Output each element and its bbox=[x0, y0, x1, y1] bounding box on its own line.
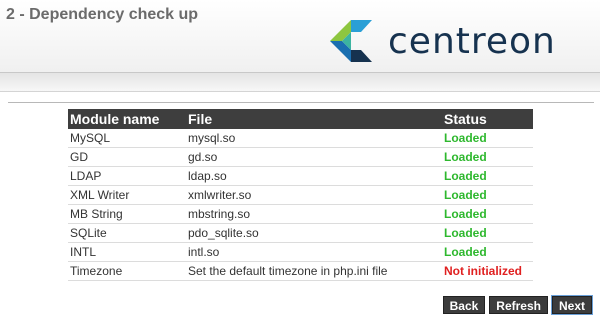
module-name-cell: GD bbox=[68, 147, 186, 167]
centreon-logo: centreon bbox=[330, 20, 556, 62]
file-cell: mysql.so bbox=[186, 129, 442, 148]
table-row: GD gd.so Loaded bbox=[68, 147, 533, 167]
divider bbox=[8, 102, 594, 103]
module-name-cell: SQLite bbox=[68, 223, 186, 243]
status-cell: Loaded bbox=[442, 204, 533, 224]
status-cell: Loaded bbox=[442, 223, 533, 243]
module-name-cell: Timezone bbox=[68, 261, 186, 281]
next-button[interactable]: Next bbox=[550, 295, 594, 315]
table-row: MB String mbstring.so Loaded bbox=[68, 204, 533, 224]
centreon-logo-icon bbox=[330, 20, 372, 62]
page-header: 2 - Dependency check up centreon bbox=[0, 0, 600, 73]
button-bar: Back Refresh Next bbox=[442, 295, 594, 315]
column-header-status: Status bbox=[442, 109, 533, 129]
file-cell: pdo_sqlite.so bbox=[186, 223, 442, 243]
header-band bbox=[0, 73, 600, 92]
logo-text: centreon bbox=[388, 20, 556, 62]
table-header-row: Module name File Status bbox=[68, 109, 533, 129]
table-row: INTL intl.so Loaded bbox=[68, 242, 533, 262]
file-cell: xmlwriter.so bbox=[186, 185, 442, 205]
file-cell: Set the default timezone in php.ini file bbox=[186, 261, 442, 281]
file-cell: gd.so bbox=[186, 147, 442, 167]
status-cell: Loaded bbox=[442, 242, 533, 262]
status-cell: Loaded bbox=[442, 166, 533, 186]
status-cell: Not initialized bbox=[442, 261, 533, 281]
back-button[interactable]: Back bbox=[442, 296, 486, 314]
module-name-cell: XML Writer bbox=[68, 185, 186, 205]
dependency-table: Module name File Status MySQL mysql.so Loa… bbox=[68, 109, 533, 281]
table-row: MySQL mysql.so Loaded bbox=[68, 129, 533, 148]
table-row: LDAP ldap.so Loaded bbox=[68, 166, 533, 186]
step-title: 2 - Dependency check up bbox=[6, 6, 199, 23]
module-name-cell: LDAP bbox=[68, 166, 186, 186]
table-row: Timezone Set the default timezone in php.… bbox=[68, 261, 533, 281]
table-row: SQLite pdo_sqlite.so Loaded bbox=[68, 223, 533, 243]
module-name-cell: MySQL bbox=[68, 129, 186, 148]
status-cell: Loaded bbox=[442, 147, 533, 167]
column-header-file: File bbox=[186, 109, 442, 129]
module-name-cell: INTL bbox=[68, 242, 186, 262]
status-cell: Loaded bbox=[442, 185, 533, 205]
column-header-module: Module name bbox=[68, 109, 186, 129]
file-cell: intl.so bbox=[186, 242, 442, 262]
refresh-button[interactable]: Refresh bbox=[489, 296, 548, 314]
status-cell: Loaded bbox=[442, 129, 533, 148]
file-cell: ldap.so bbox=[186, 166, 442, 186]
file-cell: mbstring.so bbox=[186, 204, 442, 224]
table-row: XML Writer xmlwriter.so Loaded bbox=[68, 185, 533, 205]
module-name-cell: MB String bbox=[68, 204, 186, 224]
